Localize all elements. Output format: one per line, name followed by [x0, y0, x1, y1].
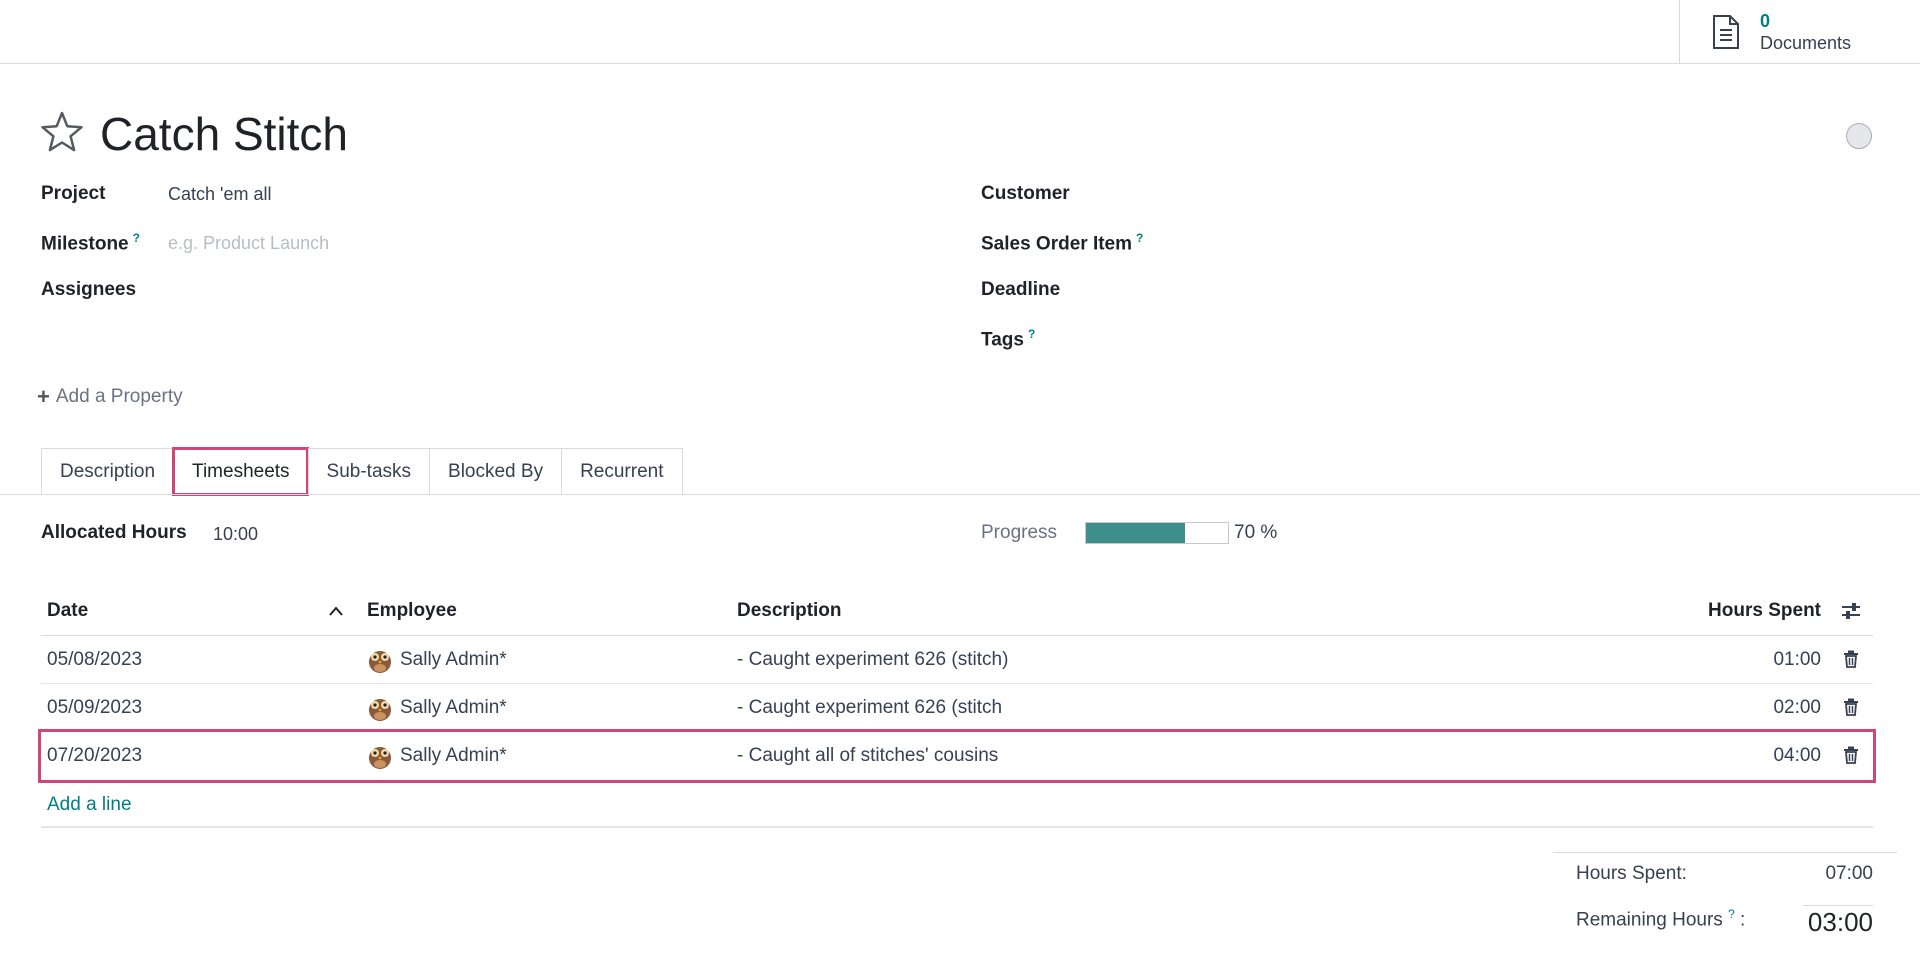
- project-field[interactable]: Catch 'em all: [168, 184, 271, 205]
- remaining-hours-label: Remaining Hours ? :: [1576, 907, 1745, 931]
- tab-timesheets[interactable]: Timesheets: [172, 447, 309, 496]
- column-header-employee[interactable]: Employee: [367, 600, 457, 622]
- column-header-description[interactable]: Description: [737, 600, 842, 622]
- row-hours-spent[interactable]: 02:00: [1773, 697, 1821, 719]
- tags-label-text: Tags: [981, 329, 1024, 351]
- task-title[interactable]: Catch Stitch: [100, 106, 348, 162]
- sales-order-item-label-text: Sales Order Item: [981, 233, 1133, 255]
- row-employee[interactable]: Sally Admin*: [400, 649, 507, 671]
- sales-order-item-label: Sales Order Item?: [981, 231, 1143, 255]
- employee-avatar-icon: [369, 699, 391, 721]
- progress-value: 70 %: [1234, 522, 1278, 543]
- row-description[interactable]: - Caught experiment 626 (stitch): [737, 649, 1008, 671]
- row-hours-spent[interactable]: 04:00: [1773, 745, 1821, 767]
- column-header-date[interactable]: Date: [47, 600, 88, 622]
- remaining-hours-value: 03:00: [1807, 907, 1873, 937]
- add-property-button[interactable]: + Add a Property: [37, 384, 183, 410]
- tab-description[interactable]: Description: [41, 448, 174, 495]
- table-header: Date Employee Description Hours Spent: [41, 588, 1873, 636]
- tabs-divider: [0, 494, 1920, 495]
- add-line-row: Add a line: [41, 780, 1873, 828]
- delete-trash-icon[interactable]: [1843, 746, 1859, 764]
- add-property-label: Add a Property: [55, 386, 183, 407]
- row-date[interactable]: 05/09/2023: [47, 697, 142, 719]
- delete-trash-icon[interactable]: [1843, 698, 1859, 716]
- row-hours-spent[interactable]: 01:00: [1773, 649, 1821, 671]
- timesheet-table: Date Employee Description Hours Spent 05…: [38, 588, 1876, 828]
- progress-label: Progress: [981, 522, 1058, 543]
- column-header-hours-spent[interactable]: Hours Spent: [1708, 600, 1821, 622]
- tags-help-icon[interactable]: ?: [1028, 327, 1035, 341]
- remaining-hours-label-text: Remaining Hours: [1576, 909, 1723, 931]
- table-row-highlighted[interactable]: 07/20/2023 Sally Admin* - Caught all of …: [38, 729, 1876, 783]
- row-employee[interactable]: Sally Admin*: [400, 745, 507, 767]
- row-description[interactable]: - Caught all of stitches' cousins: [737, 745, 998, 767]
- customer-label: Customer: [981, 183, 1070, 204]
- milestone-field[interactable]: e.g. Product Launch: [168, 233, 329, 254]
- notebook-tabs: Description Timesheets Sub-tasks Blocked…: [41, 447, 683, 496]
- task-state-indicator[interactable]: [1846, 123, 1872, 149]
- tab-sub-tasks[interactable]: Sub-tasks: [307, 448, 430, 495]
- table-row[interactable]: 05/08/2023 Sally Admin* - Caught experim…: [41, 636, 1873, 684]
- timesheet-totals: Hours Spent: 07:00 Remaining Hours ? : 0…: [1553, 852, 1897, 937]
- tab-blocked-by[interactable]: Blocked By: [429, 448, 562, 495]
- assignees-label: Assignees: [41, 279, 137, 300]
- allocated-hours-label: Allocated Hours: [41, 522, 187, 543]
- sales-order-item-help-icon[interactable]: ?: [1136, 231, 1143, 245]
- top-bar: 0 Documents: [0, 0, 1920, 64]
- favorite-star-icon[interactable]: [40, 110, 84, 154]
- add-line-button[interactable]: Add a line: [47, 794, 132, 816]
- hours-spent-total-label: Hours Spent:: [1576, 863, 1687, 884]
- milestone-label: Milestone?: [41, 231, 140, 255]
- milestone-help-icon[interactable]: ?: [133, 231, 140, 245]
- remaining-hours-colon: :: [1740, 909, 1746, 931]
- row-description[interactable]: - Caught experiment 626 (stitch: [737, 697, 1002, 719]
- progress-bar: [1085, 522, 1229, 544]
- optional-columns-icon[interactable]: [1841, 602, 1861, 620]
- documents-count: 0: [1760, 11, 1771, 31]
- employee-avatar-icon: [369, 651, 391, 673]
- documents-button[interactable]: 0 Documents: [1679, 0, 1920, 64]
- milestone-label-text: Milestone: [41, 233, 129, 255]
- documents-label: Documents: [1760, 33, 1852, 53]
- sort-ascending-icon[interactable]: [329, 606, 343, 616]
- totals-divider: [1803, 905, 1873, 906]
- table-row[interactable]: 05/09/2023 Sally Admin* - Caught experim…: [41, 684, 1873, 732]
- document-icon: [1713, 15, 1739, 49]
- project-label: Project: [41, 183, 106, 204]
- row-date[interactable]: 05/08/2023: [47, 649, 142, 671]
- deadline-label: Deadline: [981, 279, 1061, 300]
- allocated-hours-field[interactable]: 10:00: [213, 524, 258, 545]
- tags-label: Tags?: [981, 327, 1035, 351]
- hours-spent-total-value: 07:00: [1825, 863, 1873, 884]
- row-date[interactable]: 07/20/2023: [47, 745, 142, 767]
- progress-bar-fill: [1086, 523, 1186, 543]
- employee-avatar-icon: [369, 747, 391, 769]
- plus-icon: +: [37, 384, 50, 409]
- row-employee[interactable]: Sally Admin*: [400, 697, 507, 719]
- tab-recurrent[interactable]: Recurrent: [561, 448, 683, 495]
- remaining-hours-help-icon[interactable]: ?: [1728, 907, 1735, 921]
- delete-trash-icon[interactable]: [1843, 650, 1859, 668]
